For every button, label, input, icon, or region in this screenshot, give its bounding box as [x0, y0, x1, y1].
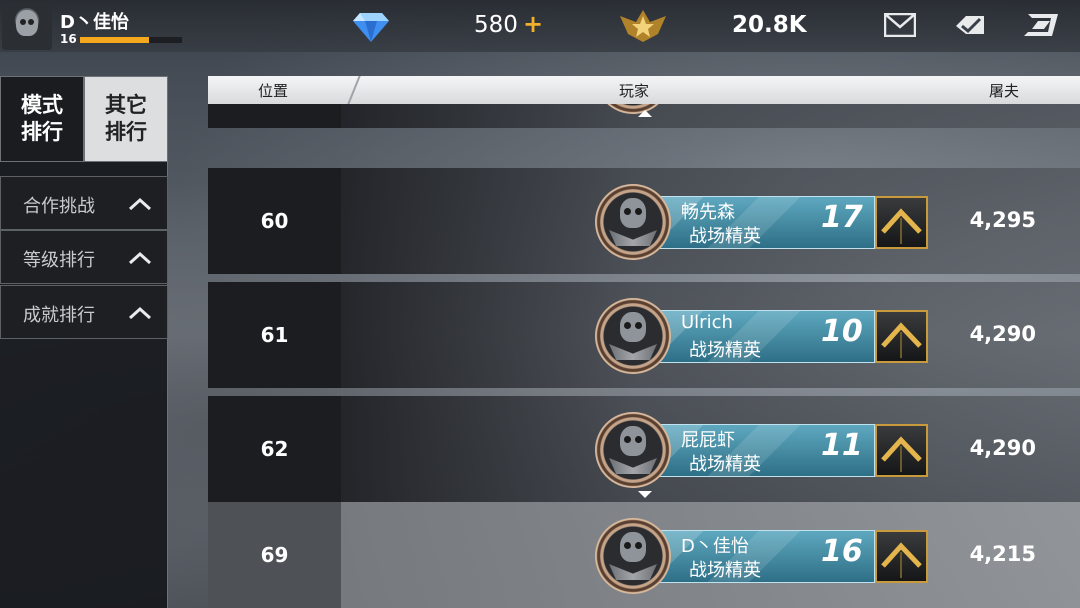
player-portrait — [595, 298, 671, 374]
row-kills: 4,215 — [969, 542, 1036, 566]
player-title: 战场精英 — [689, 560, 761, 581]
row-kills: 4,290 — [969, 436, 1036, 460]
tab-other-ranking[interactable]: 其它 排行 — [84, 76, 168, 162]
table-row[interactable]: 69 D丶佳怡 战场精英 16 4,215 — [208, 502, 1080, 608]
xp-bar — [80, 37, 182, 43]
top-bar: D丶佳怡 16 580 + 20.8K — [0, 0, 1080, 52]
chevron-rank-icon — [881, 542, 922, 578]
row-rank: 60 — [208, 168, 341, 274]
row-rank: 61 — [208, 282, 341, 388]
player-plate[interactable]: Ulrich 战场精英 10 — [595, 298, 928, 374]
rank-insignia — [875, 196, 928, 249]
wings-icon — [609, 344, 657, 360]
row-body: Ulrich 战场精英 10 4,290 — [341, 282, 1080, 388]
table-header: 位置 玩家 屠夫 — [208, 76, 1080, 104]
menu-item-label: 合作挑战 — [23, 196, 95, 217]
rank-insignia — [875, 530, 928, 583]
chevron-rank-icon — [881, 322, 922, 358]
player-title: 战场精英 — [689, 226, 761, 247]
diamond-count: 580 — [474, 12, 518, 38]
player-level: 10 — [821, 314, 863, 349]
avatar[interactable] — [2, 2, 52, 50]
medal-count: 20.8K — [732, 12, 807, 38]
exit-icon[interactable] — [1024, 12, 1060, 38]
check-icon[interactable] — [954, 12, 986, 38]
player-title: 战场精英 — [689, 340, 761, 361]
header-kills: 屠夫 — [989, 82, 1020, 100]
player-name: 畅先森 — [681, 202, 735, 223]
row-body: D丶佳怡 战场精英 16 4,215 — [341, 502, 1080, 608]
header-divider — [342, 76, 366, 104]
menu-item-label: 成就排行 — [23, 305, 95, 326]
menu-item-label: 等级排行 — [23, 250, 95, 271]
player-portrait — [595, 184, 671, 260]
player-name: D丶佳怡 — [60, 12, 129, 33]
player-title: 战场精英 — [689, 454, 761, 475]
wings-icon — [609, 564, 657, 580]
skull-icon — [620, 312, 646, 342]
medal-icon — [620, 10, 666, 42]
chevron-up-icon — [128, 251, 152, 265]
chevron-rank-icon — [881, 208, 922, 244]
mail-icon[interactable] — [884, 13, 916, 37]
table-row[interactable]: 62 屁屁虾 战场精英 11 4,290 — [208, 396, 1080, 502]
row-body: 畅先森 战场精英 17 4,295 — [341, 168, 1080, 274]
header-position: 位置 — [258, 82, 289, 100]
row-rank: 62 — [208, 396, 341, 502]
chevron-up-icon — [128, 197, 152, 211]
menu-item-level-ranking[interactable]: 等级排行 — [0, 230, 168, 284]
row-rank: 69 — [208, 502, 341, 608]
skull-icon — [620, 198, 646, 228]
player-level: 11 — [821, 428, 863, 463]
skull-icon — [620, 426, 646, 456]
chevron-rank-icon — [881, 436, 922, 472]
table-row[interactable]: 61 Ulrich 战场精英 10 4,290 — [208, 282, 1080, 388]
player-level: 16 — [60, 32, 77, 46]
player-plate[interactable]: D丶佳怡 战场精英 16 — [595, 518, 928, 594]
player-name: Ulrich — [681, 312, 733, 333]
scroll-down-icon[interactable] — [638, 491, 652, 498]
scroll-up-icon[interactable] — [638, 110, 652, 117]
player-name: 屁屁虾 — [681, 430, 735, 451]
table-row[interactable]: 60 畅先森 战场精英 17 4,295 — [208, 168, 1080, 274]
tab-mode-ranking[interactable]: 模式 排行 — [0, 76, 84, 162]
player-plate[interactable]: 畅先森 战场精英 17 — [595, 184, 928, 260]
player-plate[interactable]: 屁屁虾 战场精英 11 — [595, 412, 928, 488]
wings-icon — [609, 458, 657, 474]
menu-item-achievement-ranking[interactable]: 成就排行 — [0, 285, 168, 339]
rank-insignia — [875, 424, 928, 477]
player-portrait — [595, 412, 671, 488]
skull-icon — [620, 532, 646, 562]
chevron-up-icon — [128, 306, 152, 320]
player-level: 17 — [821, 200, 863, 235]
xp-bar-fill — [80, 37, 150, 43]
wings-icon — [609, 230, 657, 246]
row-kills: 4,290 — [969, 322, 1036, 346]
menu-item-coop-challenge[interactable]: 合作挑战 — [0, 176, 168, 230]
row-kills: 4,295 — [969, 208, 1036, 232]
rank-insignia — [875, 310, 928, 363]
player-portrait — [595, 518, 671, 594]
player-name: D丶佳怡 — [681, 536, 749, 557]
diamond-icon — [353, 13, 389, 42]
leaderboard-table[interactable]: 位置 玩家 屠夫 59 战场精英 17 — [208, 76, 1080, 608]
row-body: 屁屁虾 战场精英 11 4,290 — [341, 396, 1080, 502]
left-panel: 模式 排行 其它 排行 合作挑战 等级排行 成就排行 — [0, 76, 168, 608]
header-player: 玩家 — [619, 82, 650, 100]
player-level: 16 — [821, 534, 863, 569]
skull-icon — [16, 10, 38, 36]
add-diamonds-button[interactable]: + — [523, 10, 543, 38]
